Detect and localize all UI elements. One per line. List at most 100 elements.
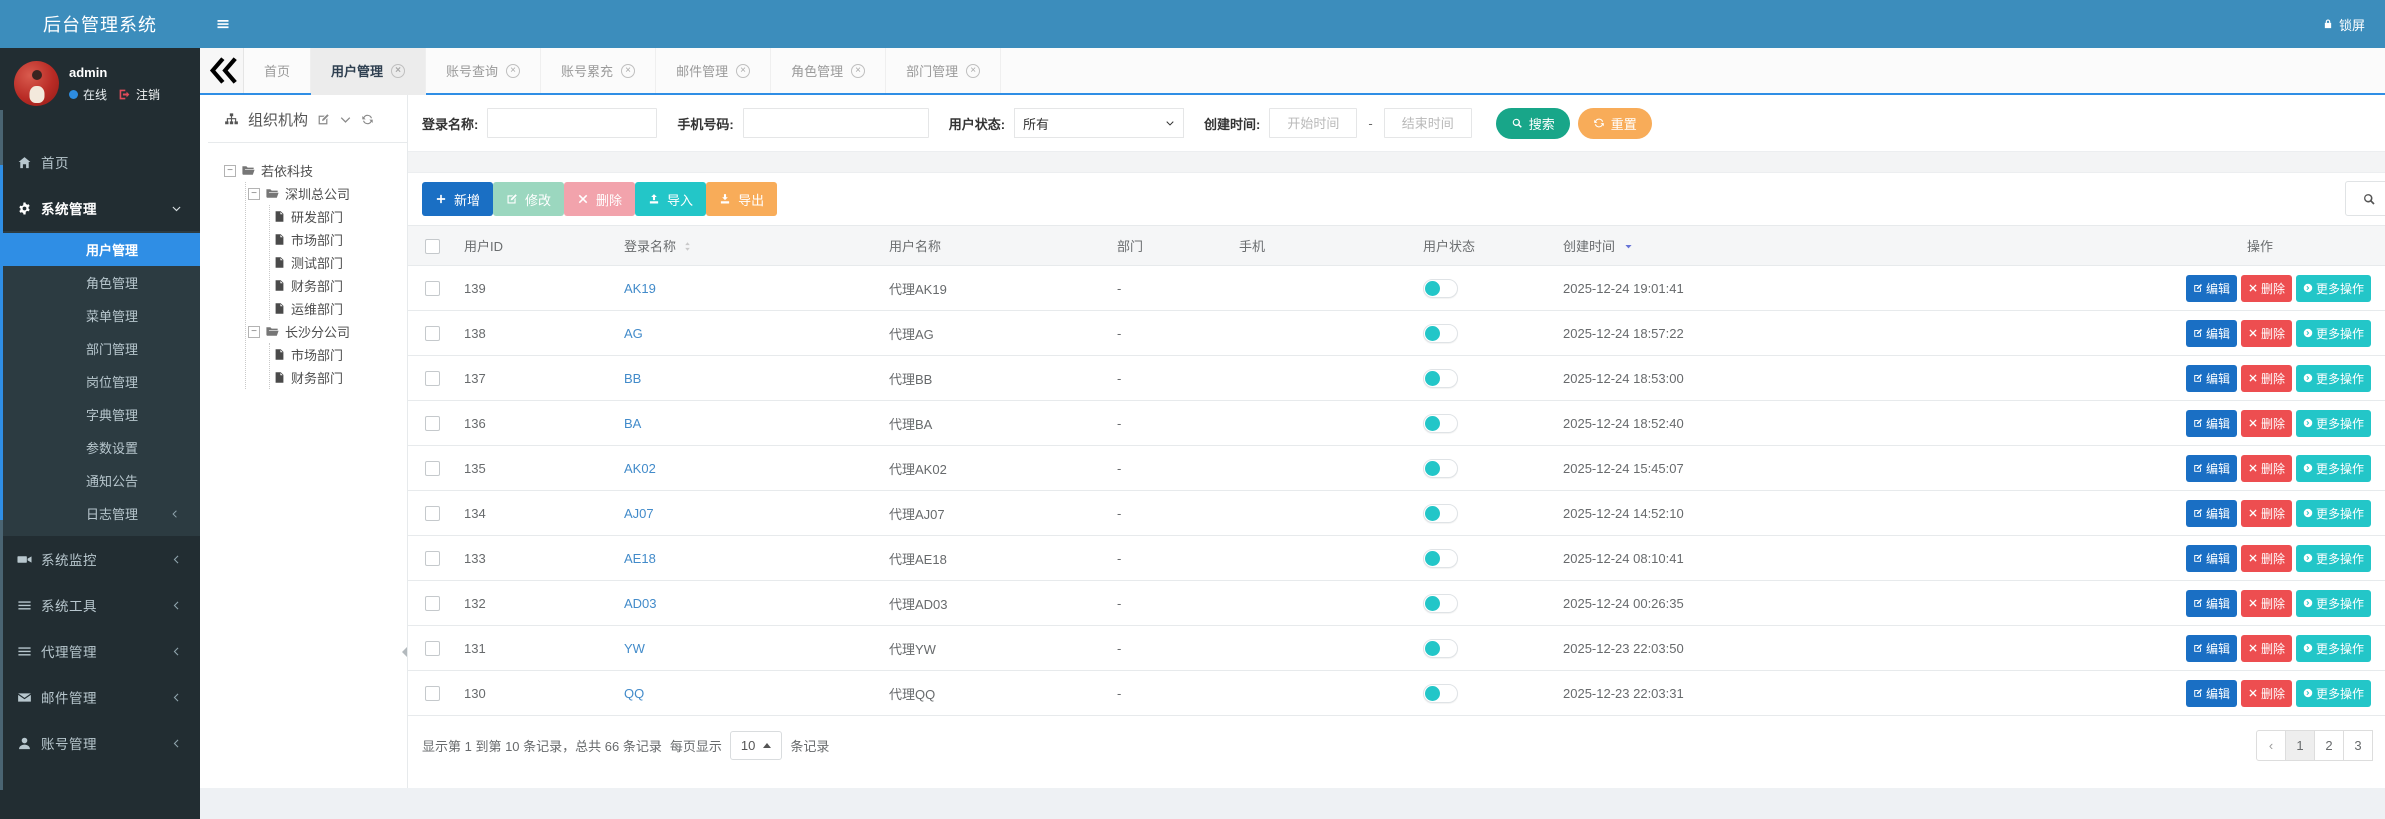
page-button[interactable]: 2 [2314, 730, 2344, 761]
row-delete-button[interactable]: 删除 [2241, 455, 2292, 482]
row-more-button[interactable]: 更多操作 [2296, 545, 2371, 572]
row-edit-button[interactable]: 编辑 [2186, 410, 2237, 437]
row-delete-button[interactable]: 删除 [2241, 365, 2292, 392]
row-checkbox[interactable] [425, 281, 440, 296]
row-more-button[interactable]: 更多操作 [2296, 410, 2371, 437]
column-header-created[interactable]: 创建时间 [1555, 226, 1975, 266]
tree-node[interactable]: 测试部门 [272, 251, 395, 274]
tree-node[interactable]: −深圳总公司 [248, 182, 395, 205]
tree-expander-icon[interactable]: − [248, 326, 260, 338]
column-header-login[interactable]: 登录名称 [616, 226, 881, 266]
row-edit-button[interactable]: 编辑 [2186, 365, 2237, 392]
tree-node[interactable]: 运维部门 [272, 297, 395, 320]
row-delete-button[interactable]: 删除 [2241, 590, 2292, 617]
row-checkbox[interactable] [425, 641, 440, 656]
page-size-select[interactable]: 10 [730, 731, 782, 760]
end-time-input[interactable] [1384, 108, 1472, 138]
sidebar-item-monitor[interactable]: 系统监控 [0, 536, 200, 582]
tab-close-icon[interactable]: × [736, 64, 750, 78]
row-delete-button[interactable]: 删除 [2241, 275, 2292, 302]
status-toggle[interactable] [1423, 459, 1458, 478]
row-edit-button[interactable]: 编辑 [2186, 275, 2237, 302]
sidebar-item-tools[interactable]: 系统工具 [0, 582, 200, 628]
column-header-dept[interactable]: 部门 [1109, 226, 1231, 266]
column-header-id[interactable]: 用户ID [456, 226, 616, 266]
status-toggle[interactable] [1423, 549, 1458, 568]
status-toggle[interactable] [1423, 684, 1458, 703]
row-checkbox[interactable] [425, 596, 440, 611]
column-header-actions[interactable]: 操作 [1975, 226, 2385, 266]
tree-node[interactable]: 市场部门 [272, 228, 395, 251]
export-button[interactable]: 导出 [706, 182, 777, 216]
row-edit-button[interactable]: 编辑 [2186, 590, 2237, 617]
start-time-input[interactable] [1269, 108, 1357, 138]
sidebar-subitem[interactable]: 岗位管理 [0, 365, 200, 398]
tree-edit-icon[interactable] [317, 113, 330, 126]
row-edit-button[interactable]: 编辑 [2186, 500, 2237, 527]
tree-node[interactable]: −长沙分公司 [248, 320, 395, 343]
page-button[interactable]: 1 [2285, 730, 2315, 761]
login-name-link[interactable]: AE18 [624, 551, 656, 566]
tree-refresh-icon[interactable] [361, 113, 374, 126]
sidebar-subitem[interactable]: 字典管理 [0, 398, 200, 431]
row-checkbox[interactable] [425, 326, 440, 341]
sidebar-toggle-button[interactable] [200, 0, 246, 48]
tree-expander-icon[interactable]: − [224, 165, 236, 177]
row-checkbox[interactable] [425, 506, 440, 521]
row-delete-button[interactable]: 删除 [2241, 635, 2292, 662]
sidebar-subitem[interactable]: 角色管理 [0, 266, 200, 299]
column-header-status[interactable]: 用户状态 [1415, 226, 1555, 266]
status-toggle[interactable] [1423, 639, 1458, 658]
search-button[interactable]: 搜索 [1496, 108, 1570, 139]
tree-node[interactable]: 财务部门 [272, 274, 395, 297]
row-delete-button[interactable]: 删除 [2241, 545, 2292, 572]
row-more-button[interactable]: 更多操作 [2296, 635, 2371, 662]
sidebar-subitem[interactable]: 用户管理 [0, 233, 200, 266]
sidebar-subitem[interactable]: 参数设置 [0, 431, 200, 464]
login-name-link[interactable]: QQ [624, 686, 644, 701]
status-toggle[interactable] [1423, 594, 1458, 613]
row-edit-button[interactable]: 编辑 [2186, 680, 2237, 707]
page-button[interactable]: 3 [2343, 730, 2373, 761]
status-toggle[interactable] [1423, 414, 1458, 433]
row-checkbox[interactable] [425, 461, 440, 476]
tree-node[interactable]: −若依科技 [224, 159, 395, 182]
column-header-name[interactable]: 用户名称 [881, 226, 1109, 266]
tab-close-icon[interactable]: × [391, 64, 405, 78]
sidebar-subitem[interactable]: 部门管理 [0, 332, 200, 365]
add-button[interactable]: 新增 [422, 182, 493, 216]
tab-close-icon[interactable]: × [621, 64, 635, 78]
status-toggle[interactable] [1423, 504, 1458, 523]
sidebar-item-mail[interactable]: 邮件管理 [0, 674, 200, 720]
tree-node[interactable]: 研发部门 [272, 205, 395, 228]
sidebar-item-home[interactable]: 首页 [0, 139, 200, 185]
row-more-button[interactable]: 更多操作 [2296, 590, 2371, 617]
tab[interactable]: 账号查询× [426, 48, 541, 93]
tree-collapse-handle[interactable] [402, 647, 407, 657]
tree-node[interactable]: 市场部门 [272, 343, 395, 366]
status-toggle[interactable] [1423, 369, 1458, 388]
login-name-link[interactable]: AK19 [624, 281, 656, 296]
row-edit-button[interactable]: 编辑 [2186, 320, 2237, 347]
edit-button[interactable]: 修改 [493, 182, 564, 216]
tabs-collapse-button[interactable] [200, 48, 244, 93]
phone-input[interactable] [743, 108, 929, 138]
tree-collapse-icon[interactable] [339, 113, 352, 126]
tree-node[interactable]: 财务部门 [272, 366, 395, 389]
row-delete-button[interactable]: 删除 [2241, 500, 2292, 527]
sidebar-scrollbar[interactable] [0, 110, 3, 790]
sidebar-item-agent[interactable]: 代理管理 [0, 628, 200, 674]
row-edit-button[interactable]: 编辑 [2186, 635, 2237, 662]
row-more-button[interactable]: 更多操作 [2296, 500, 2371, 527]
tab[interactable]: 首页 [244, 48, 311, 93]
row-more-button[interactable]: 更多操作 [2296, 320, 2371, 347]
sidebar-item-system[interactable]: 系统管理 [0, 185, 200, 231]
row-delete-button[interactable]: 删除 [2241, 410, 2292, 437]
row-checkbox[interactable] [425, 416, 440, 431]
row-edit-button[interactable]: 编辑 [2186, 545, 2237, 572]
lock-screen-button[interactable]: 锁屏 [2322, 15, 2385, 34]
row-more-button[interactable]: 更多操作 [2296, 365, 2371, 392]
row-more-button[interactable]: 更多操作 [2296, 455, 2371, 482]
user-status-select[interactable]: 所有 [1014, 108, 1184, 138]
tab[interactable]: 部门管理× [886, 48, 1001, 93]
